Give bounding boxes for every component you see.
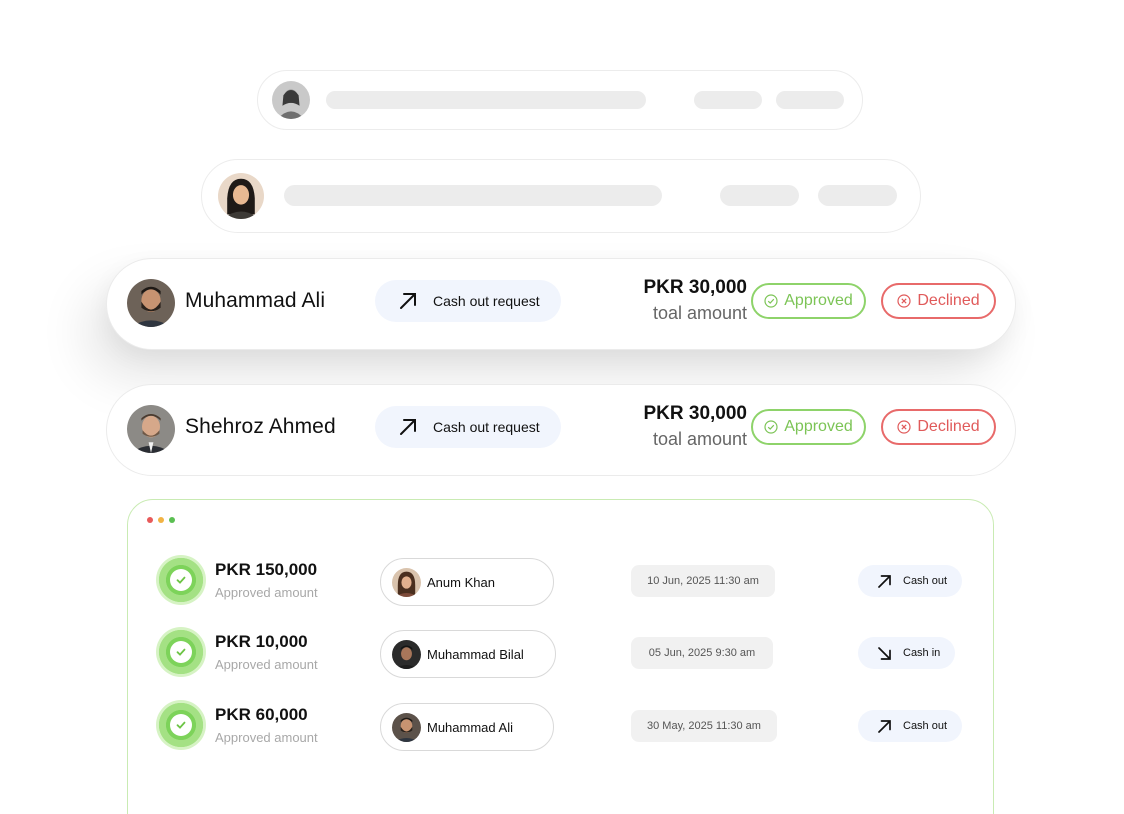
person-chip[interactable]: Anum Khan <box>380 558 554 606</box>
request-card: Muhammad Ali Cash out request PKR 30,000… <box>106 258 1016 350</box>
person-chip[interactable]: Muhammad Ali <box>380 703 554 751</box>
decline-button[interactable]: Declined <box>881 409 996 445</box>
request-type-label: Cash out request <box>433 419 540 435</box>
flow-label: Cash in <box>903 647 941 659</box>
amount-value: PKR 30,000 <box>643 277 747 298</box>
close-dot[interactable] <box>147 517 153 523</box>
avatar <box>127 279 175 327</box>
approve-button[interactable]: Approved <box>751 283 866 319</box>
avatar <box>392 567 421 597</box>
arrow-up-right-icon <box>878 719 891 733</box>
transaction-date: 30 May, 2025 11:30 am <box>631 710 777 742</box>
amount-status: Approved amount <box>215 585 318 600</box>
maximize-dot[interactable] <box>169 517 175 523</box>
approved-check-icon <box>156 627 206 677</box>
skeleton-line <box>720 185 799 206</box>
arrow-up-right-icon <box>400 293 416 309</box>
check-circle-icon <box>764 294 778 308</box>
transaction-date: 10 Jun, 2025 11:30 am <box>631 565 775 597</box>
skeleton-line <box>326 91 646 109</box>
amount-value: PKR 30,000 <box>643 403 747 424</box>
person-name: Anum Khan <box>427 574 495 590</box>
transactions-panel: PKR 150,000 Approved amount Anum Khan 10… <box>127 499 994 814</box>
transaction-amount: PKR 10,000 Approved amount <box>215 632 318 672</box>
approved-check-icon <box>156 700 206 750</box>
decline-button[interactable]: Declined <box>881 283 996 319</box>
minimize-dot[interactable] <box>158 517 164 523</box>
approve-label: Approved <box>784 418 853 435</box>
person-chip[interactable]: Muhammad Bilal <box>380 630 556 678</box>
flow-chip[interactable]: Cash out <box>858 565 962 597</box>
avatar <box>272 81 310 119</box>
approved-check-icon <box>156 555 206 605</box>
amount-status: Approved amount <box>215 657 318 672</box>
person-name: Muhammad Bilal <box>427 646 524 662</box>
arrow-up-right-icon <box>878 574 891 588</box>
flow-label: Cash out <box>903 575 948 587</box>
transaction-amount: PKR 150,000 Approved amount <box>215 560 318 600</box>
amount-caption: toal amount <box>652 303 747 323</box>
requester-name: Shehroz Ahmed <box>185 415 336 438</box>
skeleton-line <box>776 91 844 109</box>
person-name: Muhammad Ali <box>427 719 513 735</box>
approve-button[interactable]: Approved <box>751 409 866 445</box>
request-type-label: Cash out request <box>433 293 540 309</box>
request-type-chip[interactable]: Cash out request <box>375 280 561 322</box>
amount-value: PKR 150,000 <box>215 560 318 579</box>
amount-caption: toal amount <box>652 429 747 449</box>
window-controls <box>147 517 175 523</box>
decline-label: Declined <box>917 418 980 435</box>
request-amount: PKR 30,000 toal amount <box>577 403 747 450</box>
avatar <box>127 405 175 453</box>
transaction-date: 05 Jun, 2025 9:30 am <box>631 637 773 669</box>
skeleton-line <box>694 91 762 109</box>
approve-label: Approved <box>784 292 853 309</box>
x-circle-icon <box>897 420 911 434</box>
skeleton-line <box>284 185 662 206</box>
requester-name: Muhammad Ali <box>185 289 326 312</box>
skeleton-card-middle <box>201 159 921 233</box>
avatar <box>218 173 264 219</box>
request-type-chip[interactable]: Cash out request <box>375 406 561 448</box>
table-row: PKR 60,000 Approved amount Muhammad Ali … <box>128 700 995 756</box>
flow-label: Cash out <box>903 720 948 732</box>
flow-chip[interactable]: Cash in <box>858 637 955 669</box>
decline-label: Declined <box>917 292 980 309</box>
flow-chip[interactable]: Cash out <box>858 710 962 742</box>
x-circle-icon <box>897 294 911 308</box>
amount-value: PKR 10,000 <box>215 632 308 651</box>
arrow-up-right-icon <box>400 419 416 435</box>
amount-status: Approved amount <box>215 730 318 745</box>
request-card: Shehroz Ahmed Cash out request PKR 30,00… <box>106 384 1016 476</box>
request-amount: PKR 30,000 toal amount <box>577 277 747 324</box>
amount-value: PKR 60,000 <box>215 705 308 724</box>
table-row: PKR 150,000 Approved amount Anum Khan 10… <box>128 555 995 611</box>
table-row: PKR 10,000 Approved amount Muhammad Bila… <box>128 627 995 683</box>
avatar <box>392 639 421 669</box>
arrow-down-right-icon <box>878 646 891 660</box>
skeleton-line <box>818 185 897 206</box>
avatar <box>392 712 421 742</box>
skeleton-card-back <box>257 70 863 130</box>
transaction-amount: PKR 60,000 Approved amount <box>215 705 318 745</box>
check-circle-icon <box>764 420 778 434</box>
